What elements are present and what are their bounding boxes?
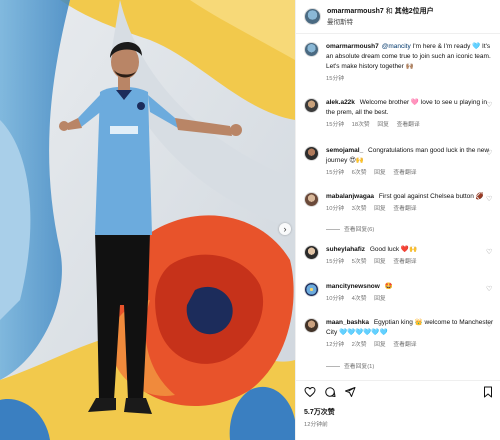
comment-item: alek.a22k Welcome brother 🩷 love to see … bbox=[304, 98, 496, 130]
comment-username[interactable]: alek.a22k bbox=[326, 99, 355, 106]
comment-time: 15分钟 bbox=[326, 122, 345, 128]
comment-username[interactable]: semojamal_ bbox=[326, 147, 363, 154]
comment-username[interactable]: mancitynewsnow bbox=[326, 283, 380, 290]
comment-avatar[interactable] bbox=[304, 98, 319, 113]
likes-count[interactable]: 5.7万次赞 bbox=[304, 407, 335, 417]
comment-avatar[interactable] bbox=[304, 245, 319, 260]
comment-time: 12分钟 bbox=[326, 342, 345, 348]
comment-item: semojamal_ Congratulations man good luck… bbox=[304, 146, 496, 178]
comment-likes[interactable]: 5次赞 bbox=[352, 259, 367, 265]
comment-avatar[interactable] bbox=[304, 192, 319, 207]
comment-reply-button[interactable]: 回复 bbox=[374, 342, 386, 348]
comment-reply-button[interactable]: 回复 bbox=[374, 296, 386, 302]
like-heart-icon[interactable] bbox=[304, 386, 316, 398]
comment-time: 10分钟 bbox=[326, 206, 345, 212]
like-heart-icon[interactable]: ♡ bbox=[486, 150, 493, 157]
comment-text: Good luck ❤️🙌 bbox=[369, 246, 418, 253]
like-heart-icon[interactable]: ♡ bbox=[486, 196, 493, 203]
next-arrow-icon[interactable]: › bbox=[279, 223, 291, 235]
photo-illustration bbox=[0, 0, 295, 440]
like-heart-icon[interactable]: ♡ bbox=[486, 322, 493, 329]
comment-username[interactable]: suheylahafiz bbox=[326, 246, 365, 253]
post-sidebar: omarmarmoush7 和 其他2位用户 曼彻斯特 omarmarmoush… bbox=[295, 0, 500, 440]
bookmark-icon[interactable] bbox=[483, 386, 493, 398]
comment-avatar[interactable] bbox=[304, 282, 319, 297]
caption-avatar[interactable] bbox=[304, 42, 319, 57]
comment-translate-link[interactable]: 查看翻译 bbox=[393, 206, 416, 212]
header-others-link[interactable]: 其他2位用户 bbox=[395, 8, 434, 15]
comment-translate-link[interactable]: 查看翻译 bbox=[393, 259, 416, 265]
comment-text: First goal against Chelsea button 🏈 bbox=[378, 193, 484, 200]
comment-username[interactable]: maan_bashka bbox=[326, 319, 369, 326]
post-header: omarmarmoush7 和 其他2位用户 曼彻斯特 bbox=[296, 0, 500, 34]
view-replies-link[interactable]: 查看回复(1) bbox=[326, 361, 374, 370]
comment-translate-link[interactable]: 查看翻译 bbox=[397, 122, 420, 128]
caption: omarmarmoush7 @mancity I'm here & I'm rea… bbox=[304, 42, 496, 84]
header-connector: 和 bbox=[385, 7, 393, 15]
author-username[interactable]: omarmarmoush7 bbox=[327, 8, 384, 15]
like-heart-icon[interactable]: ♡ bbox=[486, 286, 493, 293]
comment-item: mabalanjwagaa First goal against Chelsea… bbox=[304, 192, 496, 214]
post-photo[interactable]: › bbox=[0, 0, 295, 440]
author-avatar[interactable] bbox=[304, 8, 321, 25]
like-heart-icon[interactable]: ♡ bbox=[486, 102, 493, 109]
comment-time: 15分钟 bbox=[326, 259, 345, 265]
comment-time: 10分钟 bbox=[326, 296, 345, 302]
comment-likes[interactable]: 4次赞 bbox=[352, 296, 367, 302]
comment-translate-link[interactable]: 查看翻译 bbox=[393, 170, 416, 176]
view-replies-link[interactable]: 查看回复(6) bbox=[326, 224, 374, 233]
comment-avatar[interactable] bbox=[304, 146, 319, 161]
comment-reply-button[interactable]: 回复 bbox=[374, 259, 386, 265]
comment-translate-link[interactable]: 查看翻译 bbox=[393, 342, 416, 348]
comment-likes[interactable]: 2次赞 bbox=[352, 342, 367, 348]
comment-reply-button[interactable]: 回复 bbox=[374, 170, 386, 176]
comment-username[interactable]: mabalanjwagaa bbox=[326, 193, 374, 200]
post-date: 12分钟前 bbox=[304, 422, 328, 428]
comment-likes[interactable]: 6次赞 bbox=[352, 170, 367, 176]
comment-text: 🤩 bbox=[384, 283, 393, 290]
location-label[interactable]: 曼彻斯特 bbox=[327, 17, 434, 28]
comment-reply-button[interactable]: 回复 bbox=[377, 122, 389, 128]
comment-time: 15分钟 bbox=[326, 170, 345, 176]
like-heart-icon[interactable]: ♡ bbox=[486, 249, 493, 256]
post-actions: 5.7万次赞 12分钟前 bbox=[296, 380, 500, 440]
caption-username[interactable]: omarmarmoush7 bbox=[326, 43, 379, 50]
comment-likes[interactable]: 18次赞 bbox=[352, 122, 370, 128]
comment-item: maan_bashka Egyptian king 👑 welcome to M… bbox=[304, 318, 496, 350]
caption-mention[interactable]: @mancity bbox=[382, 43, 411, 50]
comment-item: mancitynewsnow 🤩 10分钟 4次赞 回复 ♡ bbox=[304, 282, 496, 304]
comment-bubble-icon[interactable] bbox=[324, 386, 336, 398]
share-send-icon[interactable] bbox=[344, 386, 356, 398]
comment-item: suheylahafiz Good luck ❤️🙌 15分钟 5次赞 回复 查… bbox=[304, 245, 496, 267]
comment-reply-button[interactable]: 回复 bbox=[374, 206, 386, 212]
caption-time: 15分钟 bbox=[326, 76, 345, 82]
comment-likes[interactable]: 3次赞 bbox=[352, 206, 367, 212]
comment-avatar[interactable] bbox=[304, 318, 319, 333]
